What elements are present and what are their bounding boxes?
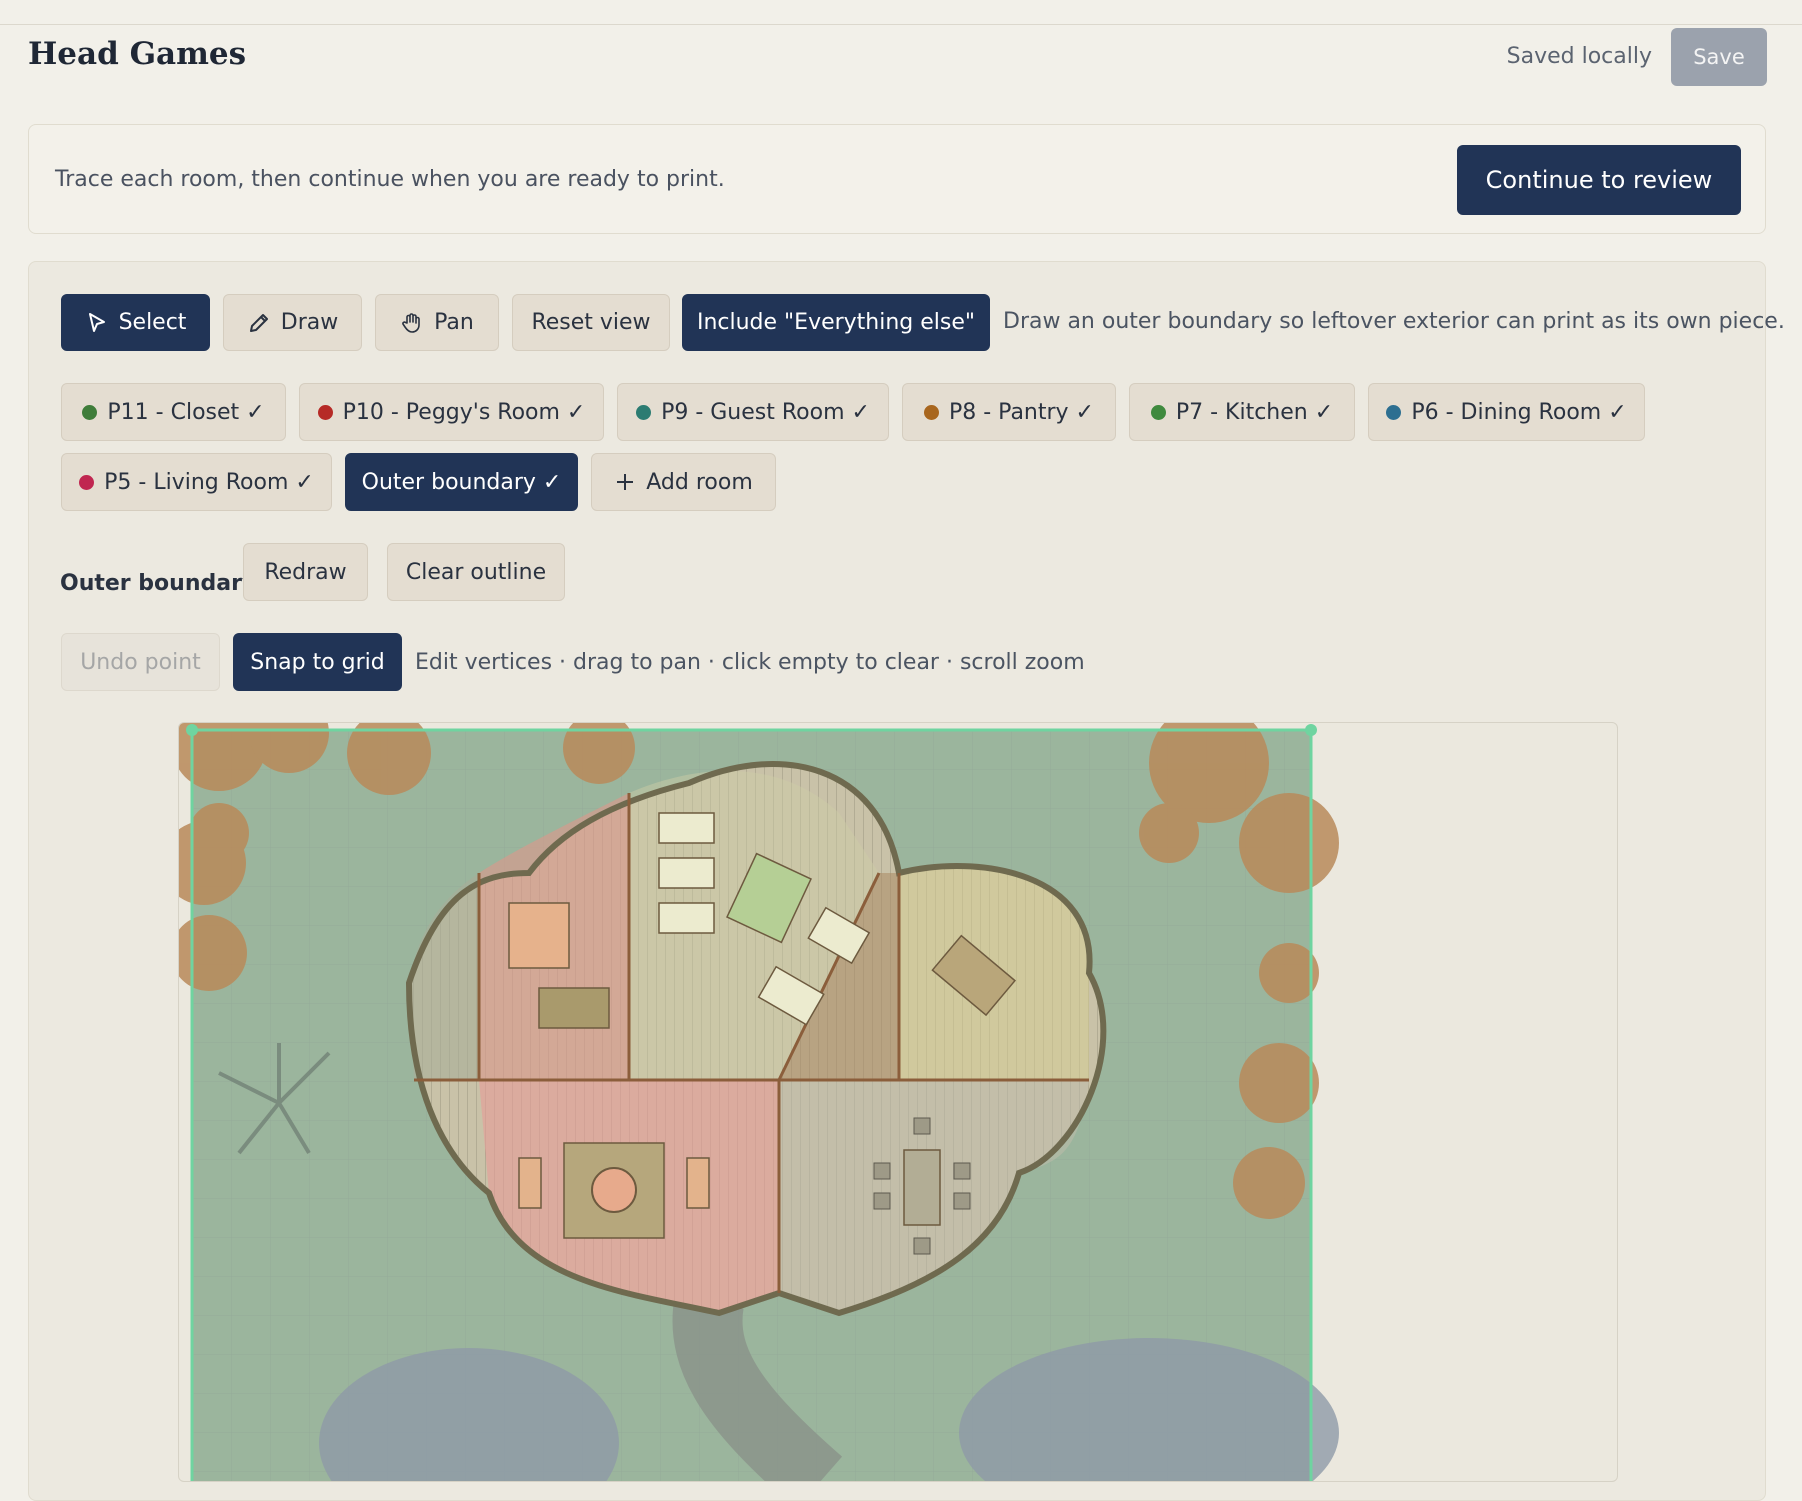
room-color-dot xyxy=(82,404,98,420)
reset-view-button[interactable]: Reset view xyxy=(512,294,670,351)
instruction-text: Trace each room, then continue when you … xyxy=(55,167,725,192)
pan-tool-label: Pan xyxy=(434,310,474,335)
room-color-dot xyxy=(317,404,333,420)
continue-to-review-button[interactable]: Continue to review xyxy=(1457,145,1741,215)
instruction-banner: Trace each room, then continue when you … xyxy=(28,124,1766,234)
room-chip-p5[interactable]: P5 - Living Room ✓ xyxy=(61,453,332,511)
undo-point-button[interactable]: Undo point xyxy=(61,633,220,691)
include-everything-else-button[interactable]: Include "Everything else" xyxy=(682,294,990,351)
room-chip-label: P5 - Living Room ✓ xyxy=(104,469,314,495)
draw-tool-label: Draw xyxy=(280,310,339,335)
room-chip-p8[interactable]: P8 - Pantry ✓ xyxy=(902,383,1116,441)
room-color-dot xyxy=(636,404,652,420)
pan-tool-button[interactable]: Pan xyxy=(375,294,499,351)
room-chip-label: P8 - Pantry ✓ xyxy=(948,399,1094,425)
room-color-dot xyxy=(1150,404,1166,420)
room-chip-label: P7 - Kitchen ✓ xyxy=(1175,399,1334,425)
cursor-arrow-icon xyxy=(85,311,109,335)
boundary-vertex-handle[interactable] xyxy=(186,724,198,736)
add-room-button[interactable]: Add room xyxy=(591,453,776,511)
room-chip-p7[interactable]: P7 - Kitchen ✓ xyxy=(1129,383,1355,441)
select-tool-label: Select xyxy=(118,310,187,335)
edit-hint: Edit vertices · drag to pan · click empt… xyxy=(415,650,1085,675)
room-color-dot xyxy=(79,474,95,490)
include-hint: Draw an outer boundary so leftover exter… xyxy=(1003,309,1785,334)
room-chip-label: P10 - Peggy's Room ✓ xyxy=(342,399,586,425)
snap-to-grid-button[interactable]: Snap to grid xyxy=(233,633,402,691)
outer-boundary-section-label: Outer boundary xyxy=(60,571,257,596)
room-color-dot xyxy=(923,404,939,420)
room-chip-p6[interactable]: P6 - Dining Room ✓ xyxy=(1368,383,1645,441)
room-chip-p10[interactable]: P10 - Peggy's Room ✓ xyxy=(299,383,604,441)
top-divider xyxy=(0,24,1802,25)
plus-icon xyxy=(614,471,636,493)
hand-icon xyxy=(400,311,424,335)
room-chip-label: P9 - Guest Room ✓ xyxy=(661,399,870,425)
room-chip-label: P11 - Closet ✓ xyxy=(107,399,265,425)
room-color-dot xyxy=(1386,404,1402,420)
page-title: Head Games xyxy=(28,36,247,72)
room-chip-p9[interactable]: P9 - Guest Room ✓ xyxy=(617,383,889,441)
clear-outline-button[interactable]: Clear outline xyxy=(387,543,565,601)
add-room-label: Add room xyxy=(646,469,753,495)
pencil-icon xyxy=(247,311,271,335)
floor-plan-map[interactable] xyxy=(179,723,1618,1482)
map-canvas[interactable] xyxy=(178,722,1618,1482)
room-chip-label: P6 - Dining Room ✓ xyxy=(1411,399,1627,425)
draw-tool-button[interactable]: Draw xyxy=(223,294,362,351)
outer-boundary-chip[interactable]: Outer boundary ✓ xyxy=(345,453,578,511)
boundary-vertex-handle[interactable] xyxy=(1305,724,1317,736)
select-tool-button[interactable]: Select xyxy=(61,294,210,351)
save-button[interactable]: Save xyxy=(1671,28,1767,86)
room-chip-p11[interactable]: P11 - Closet ✓ xyxy=(61,383,286,441)
save-status: Saved locally xyxy=(1506,44,1652,69)
redraw-button[interactable]: Redraw xyxy=(243,543,368,601)
